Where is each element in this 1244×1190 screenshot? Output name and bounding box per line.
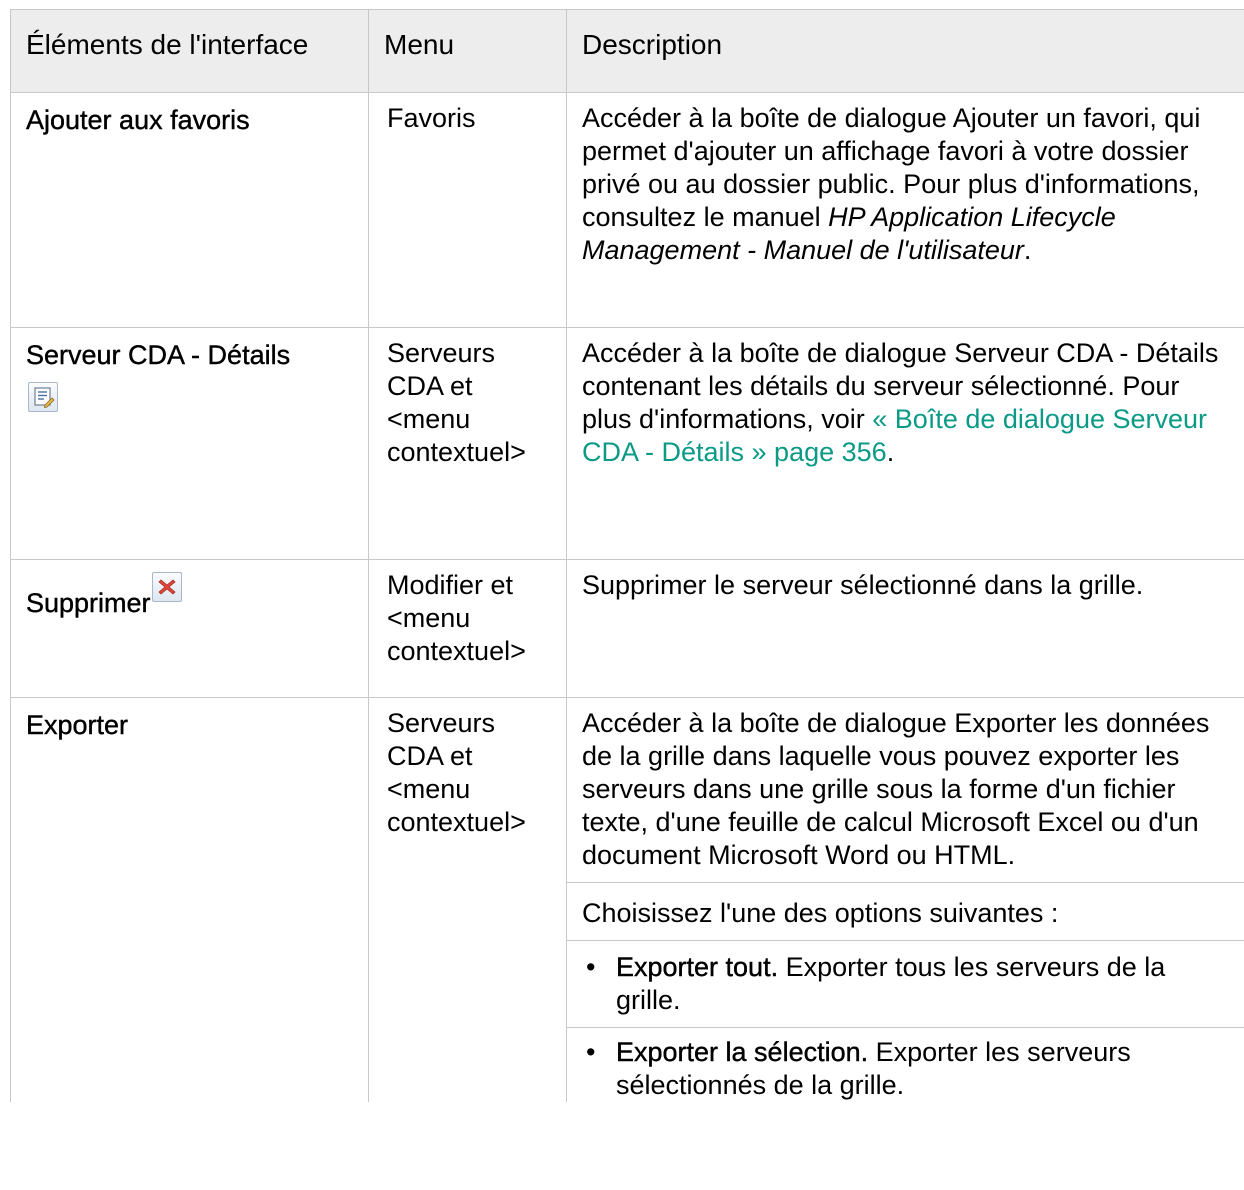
description-end: . <box>886 437 895 467</box>
header-elements: Éléments de l'interface <box>10 9 369 93</box>
document-edit-icon <box>28 382 58 412</box>
element-name: Supprimer <box>26 588 151 618</box>
menu-cell: Serveurs CDA et <menu contextuel> <box>368 327 567 560</box>
description-cell: Accéder à la boîte de dialogue Exporter … <box>566 697 1244 1102</box>
header-menu: Menu <box>368 9 567 93</box>
ui-elements-table: Éléments de l'interface Menu Description… <box>10 9 1244 1102</box>
table-header-row: Éléments de l'interface Menu Description <box>10 9 1244 93</box>
element-name: Ajouter aux favoris <box>26 105 250 135</box>
bullet: • <box>586 1037 596 1067</box>
menu-cell: Modifier et <menu contextuel> <box>368 559 567 698</box>
list-item: • Exporter tout. Exporter tous les serve… <box>582 951 1230 1017</box>
header-description: Description <box>566 9 1244 93</box>
table-row: Exporter Serveurs CDA et <menu contextue… <box>10 697 1244 1102</box>
description-cell: Accéder à la boîte de dialogue Serveur C… <box>566 327 1244 560</box>
element-cell: Serveur CDA - Détails <box>10 327 369 560</box>
menu-cell: Favoris <box>368 92 567 328</box>
divider <box>567 882 1244 883</box>
option-label: Exporter la sélection. <box>616 1037 869 1067</box>
export-options-list: • Exporter tout. Exporter tous les serve… <box>567 951 1244 1102</box>
element-name: Exporter <box>26 710 129 740</box>
table-row: Serveur CDA - Détails Serveurs CDA et <m… <box>10 327 1244 560</box>
red-x-icon <box>151 572 182 602</box>
element-cell: Ajouter aux favoris <box>10 92 369 328</box>
description-cell: Supprimer le serveur sélectionné dans la… <box>566 559 1244 698</box>
element-cell: Supprimer <box>10 559 369 698</box>
description-cell: Accéder à la boîte de dialogue Ajouter u… <box>566 92 1244 328</box>
list-item: • Exporter la sélection. Exporter les se… <box>567 1027 1244 1102</box>
option-label: Exporter tout. <box>616 952 779 982</box>
table-row: Supprimer Modifier et <menu contextuel> … <box>10 559 1244 698</box>
description-end: . <box>1023 235 1032 265</box>
divider <box>567 940 1244 941</box>
element-name: Serveur CDA - Détails <box>26 340 291 370</box>
element-cell: Exporter <box>10 697 369 1102</box>
description-text: Accéder à la boîte de dialogue Exporter … <box>582 708 1210 870</box>
options-intro: Choisissez l'une des options suivantes : <box>582 898 1059 928</box>
menu-cell: Serveurs CDA et <menu contextuel> <box>368 697 567 1102</box>
bullet: • <box>586 952 596 982</box>
table-row: Ajouter aux favoris Favoris Accéder à la… <box>10 92 1244 328</box>
